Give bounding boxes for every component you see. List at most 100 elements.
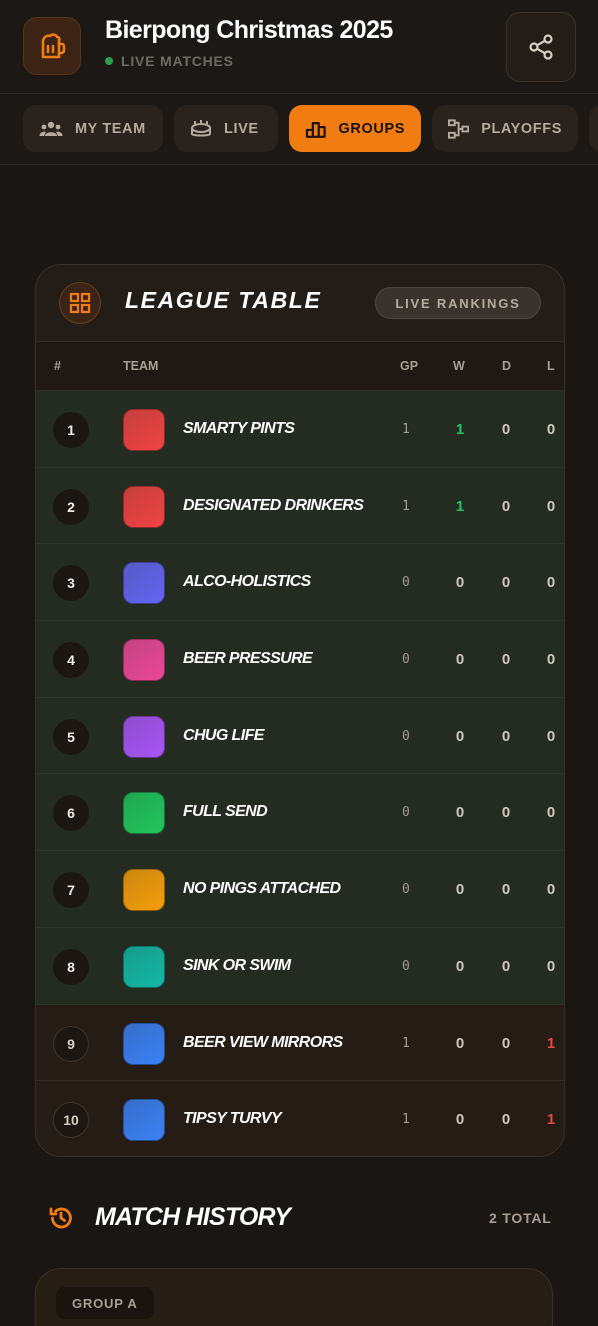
losses: 0 [546,651,556,669]
col-header-w: W [453,359,465,373]
team-name: BEER VIEW MIRRORS [183,1033,343,1051]
rank-badge: 9 [53,1025,89,1062]
draws: 0 [501,574,511,592]
live-indicator-dot [105,57,113,65]
table-row[interactable]: 3 ALCO-HOLISTICS 0 0 0 0 [36,544,564,622]
losses: 0 [546,881,556,899]
tab-live-label: LIVE [224,120,259,137]
games-played: 1 [402,1035,410,1051]
team-avatar [123,869,165,912]
match-card[interactable]: GROUP A [35,1268,553,1326]
stadium-icon [191,119,211,136]
team-name: DESIGNATED DRINKERS [183,496,364,514]
app-title: Bierpong Christmas 2025 [105,16,393,44]
wins: 1 [455,421,465,438]
draws: 0 [501,881,511,899]
rank-badge: 10 [53,1102,89,1139]
tab-playoffs[interactable]: PLAYOFFS [432,105,578,152]
games-played: 1 [402,422,410,437]
games-played: 0 [402,728,410,744]
table-row[interactable]: 8 SINK OR SWIM 0 0 0 0 [36,927,564,1005]
table-row[interactable]: 6 FULL SEND 0 0 0 0 [36,774,564,852]
wins: 0 [455,1111,465,1129]
table-row[interactable]: 1 SMARTY PINTS 1 1 0 0 [36,391,564,468]
live-rankings-badge: LIVE RANKINGS [375,287,541,319]
wins: 0 [455,957,465,975]
team-avatar [123,715,165,758]
table-row[interactable]: 7 NO PINGS ATTACHED 0 0 0 0 [36,851,564,928]
grid-icon [59,282,101,324]
live-status: LIVE MATCHES [105,53,234,69]
losses: 0 [546,421,556,438]
tab-bar: MY TEAM LIVE GROUPS PLAYOFFS [0,94,598,165]
games-played: 0 [402,575,410,591]
league-table-header: LEAGUE TABLE LIVE RANKINGS [36,265,564,341]
draws: 0 [501,804,511,822]
team-name: NO PINGS ATTACHED [183,880,341,898]
rank-badge: 8 [53,948,89,985]
tab-my-team-label: MY TEAM [75,120,146,137]
team-avatar [123,639,165,682]
table-row[interactable]: 2 DESIGNATED DRINKERS 1 1 0 0 [36,467,564,545]
losses: 0 [546,804,556,822]
wins: 0 [455,651,465,669]
table-column-headers: # TEAM GP W D L [36,341,564,391]
live-status-label: LIVE MATCHES [121,53,234,69]
tab-groups[interactable]: GROUPS [289,105,421,152]
team-avatar [123,792,165,835]
draws: 0 [501,497,511,515]
league-table-card: LEAGUE TABLE LIVE RANKINGS # TEAM GP W D… [35,264,565,1157]
games-played: 1 [402,1112,410,1128]
rank-badge: 6 [53,795,89,832]
tab-my-team[interactable]: MY TEAM [23,105,163,152]
share-button[interactable] [506,12,576,82]
share-icon [529,34,553,60]
tab-groups-label: GROUPS [338,120,405,137]
table-row[interactable]: 5 CHUG LIFE 0 0 0 0 [36,697,564,775]
group-badge: GROUP A [56,1287,154,1319]
beer-mug-logo-icon [23,17,81,75]
draws: 0 [501,651,511,669]
team-avatar [123,1099,165,1142]
match-history-title: MATCH HISTORY [95,1203,291,1231]
table-rows: 1 SMARTY PINTS 1 1 0 0 2 DESIGNATED DRINKERS 1 1 0… [36,391,564,1156]
draws: 0 [501,957,511,975]
wins: 0 [455,1034,465,1052]
tab-overflow[interactable] [589,105,598,152]
losses: 0 [546,957,556,975]
games-played: 0 [402,958,410,974]
games-played: 0 [402,805,410,821]
team-name: FULL SEND [183,803,268,821]
app-header: Bierpong Christmas 2025 LIVE MATCHES [0,0,598,94]
history-icon [49,1207,72,1229]
losses: 0 [546,727,556,745]
team-name: BEER PRESSURE [183,650,313,668]
league-table-title: LEAGUE TABLE [125,287,322,313]
table-row[interactable]: 4 BEER PRESSURE 0 0 0 0 [36,621,564,698]
team-avatar [123,945,165,988]
col-header-gp: GP [400,359,419,373]
wins: 0 [455,574,465,592]
bracket-icon [448,118,470,139]
rank-badge: 4 [53,642,89,679]
wins: 0 [455,804,465,822]
users-icon [39,121,63,136]
wins: 1 [455,497,465,515]
team-avatar [123,485,165,528]
table-row[interactable]: 10 TIPSY TURVY 1 0 0 1 [36,1081,564,1156]
draws: 0 [501,1111,511,1129]
podium-icon [305,121,326,138]
wins: 0 [455,881,465,899]
games-played: 1 [402,498,410,514]
tab-playoffs-label: PLAYOFFS [481,120,562,137]
losses: 0 [546,574,556,592]
losses: 1 [546,1111,556,1129]
team-name: SMARTY PINTS [183,420,295,437]
col-header-d: D [502,359,512,373]
col-header-rank: # [54,359,61,373]
team-name: SINK OR SWIM [183,956,291,974]
wins: 0 [455,727,465,745]
table-row[interactable]: 9 BEER VIEW MIRRORS 1 0 0 1 [36,1004,564,1082]
col-header-team: TEAM [123,359,159,373]
tab-live[interactable]: LIVE [174,105,278,152]
